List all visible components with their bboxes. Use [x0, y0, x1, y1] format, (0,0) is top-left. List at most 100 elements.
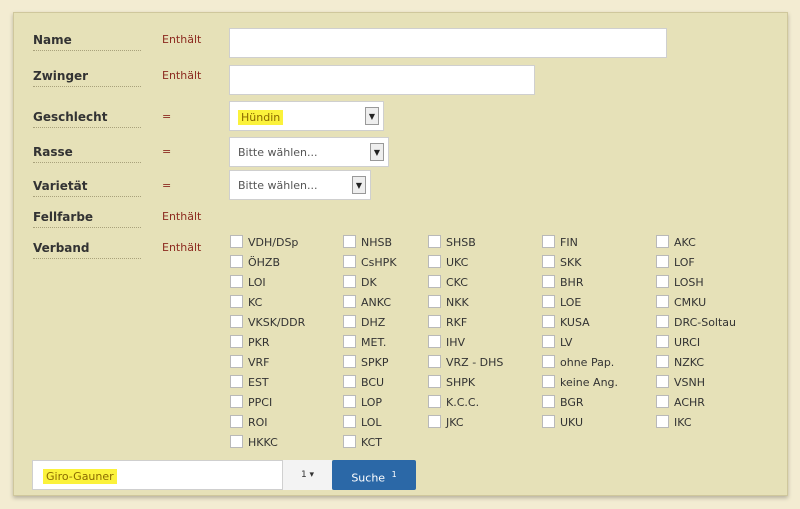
verband-option[interactable]: ANKC — [343, 295, 391, 309]
checkbox[interactable] — [230, 355, 243, 368]
verband-option[interactable]: ACHR — [656, 395, 705, 409]
checkbox[interactable] — [542, 275, 555, 288]
checkbox[interactable] — [542, 255, 555, 268]
verband-option[interactable]: DHZ — [343, 315, 385, 329]
verband-option[interactable]: DRC-Soltau — [656, 315, 736, 329]
checkbox[interactable] — [343, 415, 356, 428]
verband-option[interactable]: K.C.C. — [428, 395, 479, 409]
verband-option[interactable]: NKK — [428, 295, 469, 309]
verband-option[interactable]: SKK — [542, 255, 581, 269]
checkbox[interactable] — [428, 315, 441, 328]
checkbox[interactable] — [542, 335, 555, 348]
chevron-down-icon[interactable]: ▼ — [365, 107, 379, 125]
checkbox[interactable] — [656, 355, 669, 368]
verband-option[interactable]: LOP — [343, 395, 382, 409]
verband-option[interactable]: SHPK — [428, 375, 475, 389]
rasse-select[interactable]: Bitte wählen... ▼ — [229, 137, 389, 167]
geschlecht-select[interactable]: Hündin ▼ — [229, 101, 384, 131]
checkbox[interactable] — [230, 275, 243, 288]
checkbox[interactable] — [542, 375, 555, 388]
verband-option[interactable]: NZKC — [656, 355, 704, 369]
checkbox[interactable] — [230, 255, 243, 268]
checkbox[interactable] — [428, 415, 441, 428]
checkbox[interactable] — [656, 335, 669, 348]
checkbox[interactable] — [230, 415, 243, 428]
verband-option[interactable]: KC — [230, 295, 262, 309]
zwinger-input[interactable] — [229, 65, 535, 95]
verband-option[interactable]: SPKP — [343, 355, 388, 369]
chevron-down-icon[interactable]: ▼ — [352, 176, 366, 194]
checkbox[interactable] — [428, 275, 441, 288]
verband-option[interactable]: ROI — [230, 415, 268, 429]
verband-option[interactable]: keine Ang. — [542, 375, 618, 389]
checkbox[interactable] — [428, 395, 441, 408]
checkbox[interactable] — [343, 235, 356, 248]
checkbox[interactable] — [428, 375, 441, 388]
checkbox[interactable] — [542, 395, 555, 408]
verband-option[interactable]: NHSB — [343, 235, 392, 249]
checkbox[interactable] — [343, 295, 356, 308]
checkbox[interactable] — [428, 235, 441, 248]
verband-option[interactable]: LOL — [343, 415, 382, 429]
saved-search-dropdown[interactable]: 1 ▾ — [282, 460, 332, 490]
verband-option[interactable]: AKC — [656, 235, 696, 249]
checkbox[interactable] — [428, 335, 441, 348]
verband-option[interactable]: KUSA — [542, 315, 590, 329]
verband-option[interactable]: UKC — [428, 255, 468, 269]
checkbox[interactable] — [343, 375, 356, 388]
checkbox[interactable] — [542, 295, 555, 308]
checkbox[interactable] — [343, 275, 356, 288]
verband-option[interactable]: IHV — [428, 335, 465, 349]
varietaet-select[interactable]: Bitte wählen... ▼ — [229, 170, 371, 200]
checkbox[interactable] — [656, 295, 669, 308]
verband-option[interactable]: SHSB — [428, 235, 476, 249]
checkbox[interactable] — [428, 255, 441, 268]
checkbox[interactable] — [428, 295, 441, 308]
verband-option[interactable]: URCI — [656, 335, 700, 349]
verband-option[interactable]: VDH/DSp — [230, 235, 298, 249]
verband-option[interactable]: UKU — [542, 415, 583, 429]
verband-option[interactable]: ÖHZB — [230, 255, 280, 269]
checkbox[interactable] — [343, 335, 356, 348]
checkbox[interactable] — [343, 355, 356, 368]
checkbox[interactable] — [656, 275, 669, 288]
checkbox[interactable] — [542, 415, 555, 428]
verband-option[interactable]: CMKU — [656, 295, 706, 309]
checkbox[interactable] — [656, 415, 669, 428]
verband-option[interactable]: BHR — [542, 275, 583, 289]
checkbox[interactable] — [656, 255, 669, 268]
verband-option[interactable]: JKC — [428, 415, 464, 429]
verband-option[interactable]: FIN — [542, 235, 578, 249]
verband-option[interactable]: CKC — [428, 275, 468, 289]
checkbox[interactable] — [343, 395, 356, 408]
checkbox[interactable] — [343, 435, 356, 448]
verband-option[interactable]: LOI — [230, 275, 266, 289]
checkbox[interactable] — [230, 315, 243, 328]
verband-option[interactable]: MET. — [343, 335, 386, 349]
checkbox[interactable] — [230, 235, 243, 248]
search-button[interactable]: Suche 1 — [332, 460, 416, 490]
checkbox[interactable] — [542, 235, 555, 248]
checkbox[interactable] — [230, 435, 243, 448]
verband-option[interactable]: ohne Pap. — [542, 355, 614, 369]
checkbox[interactable] — [428, 355, 441, 368]
verband-option[interactable]: PKR — [230, 335, 270, 349]
checkbox[interactable] — [656, 235, 669, 248]
verband-option[interactable]: EST — [230, 375, 269, 389]
verband-option[interactable]: LV — [542, 335, 572, 349]
verband-option[interactable]: IKC — [656, 415, 692, 429]
verband-option[interactable]: BCU — [343, 375, 384, 389]
verband-option[interactable]: BGR — [542, 395, 584, 409]
checkbox[interactable] — [230, 335, 243, 348]
verband-option[interactable]: PPCI — [230, 395, 272, 409]
verband-option[interactable]: LOF — [656, 255, 695, 269]
verband-option[interactable]: CsHPK — [343, 255, 397, 269]
verband-option[interactable]: KCT — [343, 435, 382, 449]
verband-option[interactable]: LOSH — [656, 275, 704, 289]
checkbox[interactable] — [656, 395, 669, 408]
checkbox[interactable] — [656, 315, 669, 328]
checkbox[interactable] — [542, 355, 555, 368]
verband-option[interactable]: VRZ - DHS — [428, 355, 503, 369]
checkbox[interactable] — [343, 255, 356, 268]
verband-option[interactable]: VRF — [230, 355, 270, 369]
